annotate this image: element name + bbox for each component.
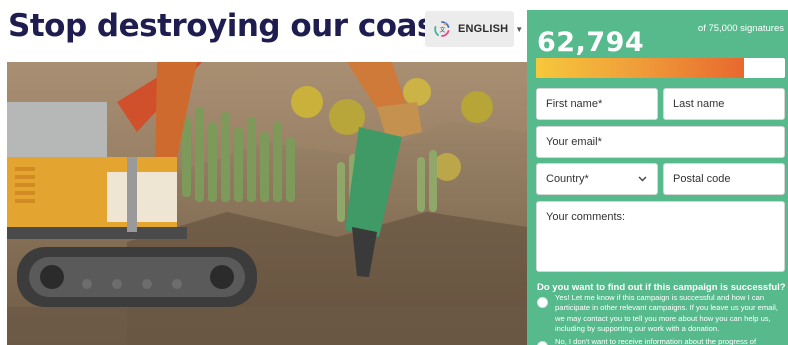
last-name-field[interactable]: Last name bbox=[663, 88, 785, 120]
language-globe-icon: 文 bbox=[433, 20, 451, 38]
last-name-placeholder: Last name bbox=[673, 98, 725, 110]
language-label: ENGLISH bbox=[458, 23, 509, 35]
chevron-down-icon: ▼ bbox=[515, 24, 524, 34]
page-title: Stop destroying our coast! bbox=[8, 8, 463, 44]
radio-no[interactable] bbox=[537, 341, 548, 345]
signature-goal: of 75,000 signatures bbox=[697, 23, 784, 34]
chevron-down-icon bbox=[638, 174, 647, 183]
first-name-field[interactable]: First name* bbox=[536, 88, 658, 120]
email-placeholder: Your email* bbox=[546, 136, 602, 148]
radio-yes[interactable] bbox=[537, 297, 548, 308]
svg-text:文: 文 bbox=[440, 26, 446, 34]
country-placeholder: Country* bbox=[546, 173, 589, 185]
campaign-photo bbox=[7, 62, 527, 345]
postal-code-placeholder: Postal code bbox=[673, 173, 731, 185]
consent-option-no[interactable]: No, I don't want to receive information … bbox=[537, 337, 785, 345]
consent-question: Do you want to find out if this campaign… bbox=[537, 282, 788, 293]
consent-option-yes[interactable]: Yes! Let me know if this campaign is suc… bbox=[537, 293, 785, 333]
language-selector[interactable]: 文 ENGLISH ▼ bbox=[425, 11, 523, 47]
consent-no-label: No, I don't want to receive information … bbox=[555, 337, 757, 345]
progress-fill bbox=[536, 58, 745, 78]
petition-panel: 62,794 of 75,000 signatures First name* … bbox=[527, 10, 788, 345]
signature-count: 62,794 bbox=[537, 27, 645, 58]
comments-placeholder: Your comments: bbox=[546, 211, 626, 223]
email-field[interactable]: Your email* bbox=[536, 126, 785, 158]
consent-yes-label: Yes! Let me know if this campaign is suc… bbox=[555, 293, 778, 333]
postal-code-field[interactable]: Postal code bbox=[663, 163, 785, 195]
first-name-placeholder: First name* bbox=[546, 98, 603, 110]
signature-progress-bar bbox=[536, 58, 785, 78]
comments-field[interactable]: Your comments: bbox=[536, 201, 785, 272]
country-select[interactable]: Country* bbox=[536, 163, 658, 195]
